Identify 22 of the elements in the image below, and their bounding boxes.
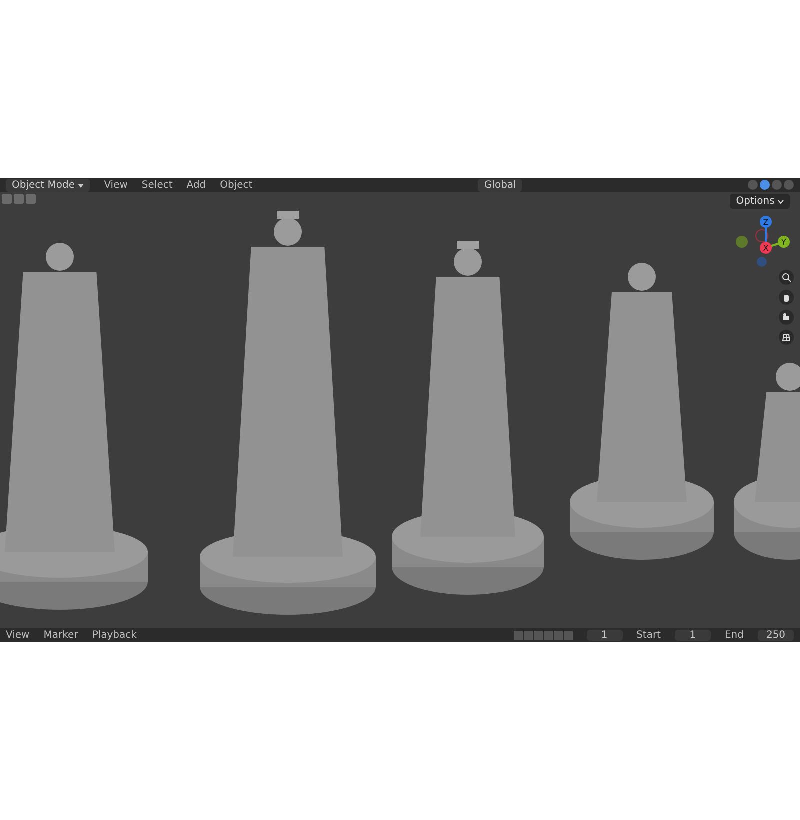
axis-gizmo[interactable]: Z Y X [734,212,800,268]
menu-item[interactable]: Add [186,180,206,190]
menu-item[interactable]: Select [142,180,173,190]
orientation-dropdown[interactable]: Global [478,178,522,192]
end-label: End [724,630,744,640]
mode-dropdown[interactable]: Object Mode [6,178,90,192]
menu-item[interactable]: View [104,180,128,190]
caret-icon [78,184,84,188]
menu-item[interactable]: Marker [44,630,78,640]
grid-icon[interactable] [779,330,794,345]
zoom-icon[interactable] [779,270,794,285]
end-frame-field[interactable]: 250 [758,630,794,640]
menu-item[interactable]: View [6,630,30,640]
options-button[interactable]: Options [730,194,790,209]
start-frame-field[interactable]: 1 [674,630,711,640]
menu-item[interactable]: Playback [92,630,137,640]
menu-item[interactable]: Object [220,180,253,190]
start-label: Start [636,630,661,640]
viewport[interactable]: Options Z Y X [0,192,800,628]
shading-toggles[interactable] [748,180,794,190]
caret-icon [778,200,784,204]
current-frame-field[interactable]: 1 [586,630,623,640]
